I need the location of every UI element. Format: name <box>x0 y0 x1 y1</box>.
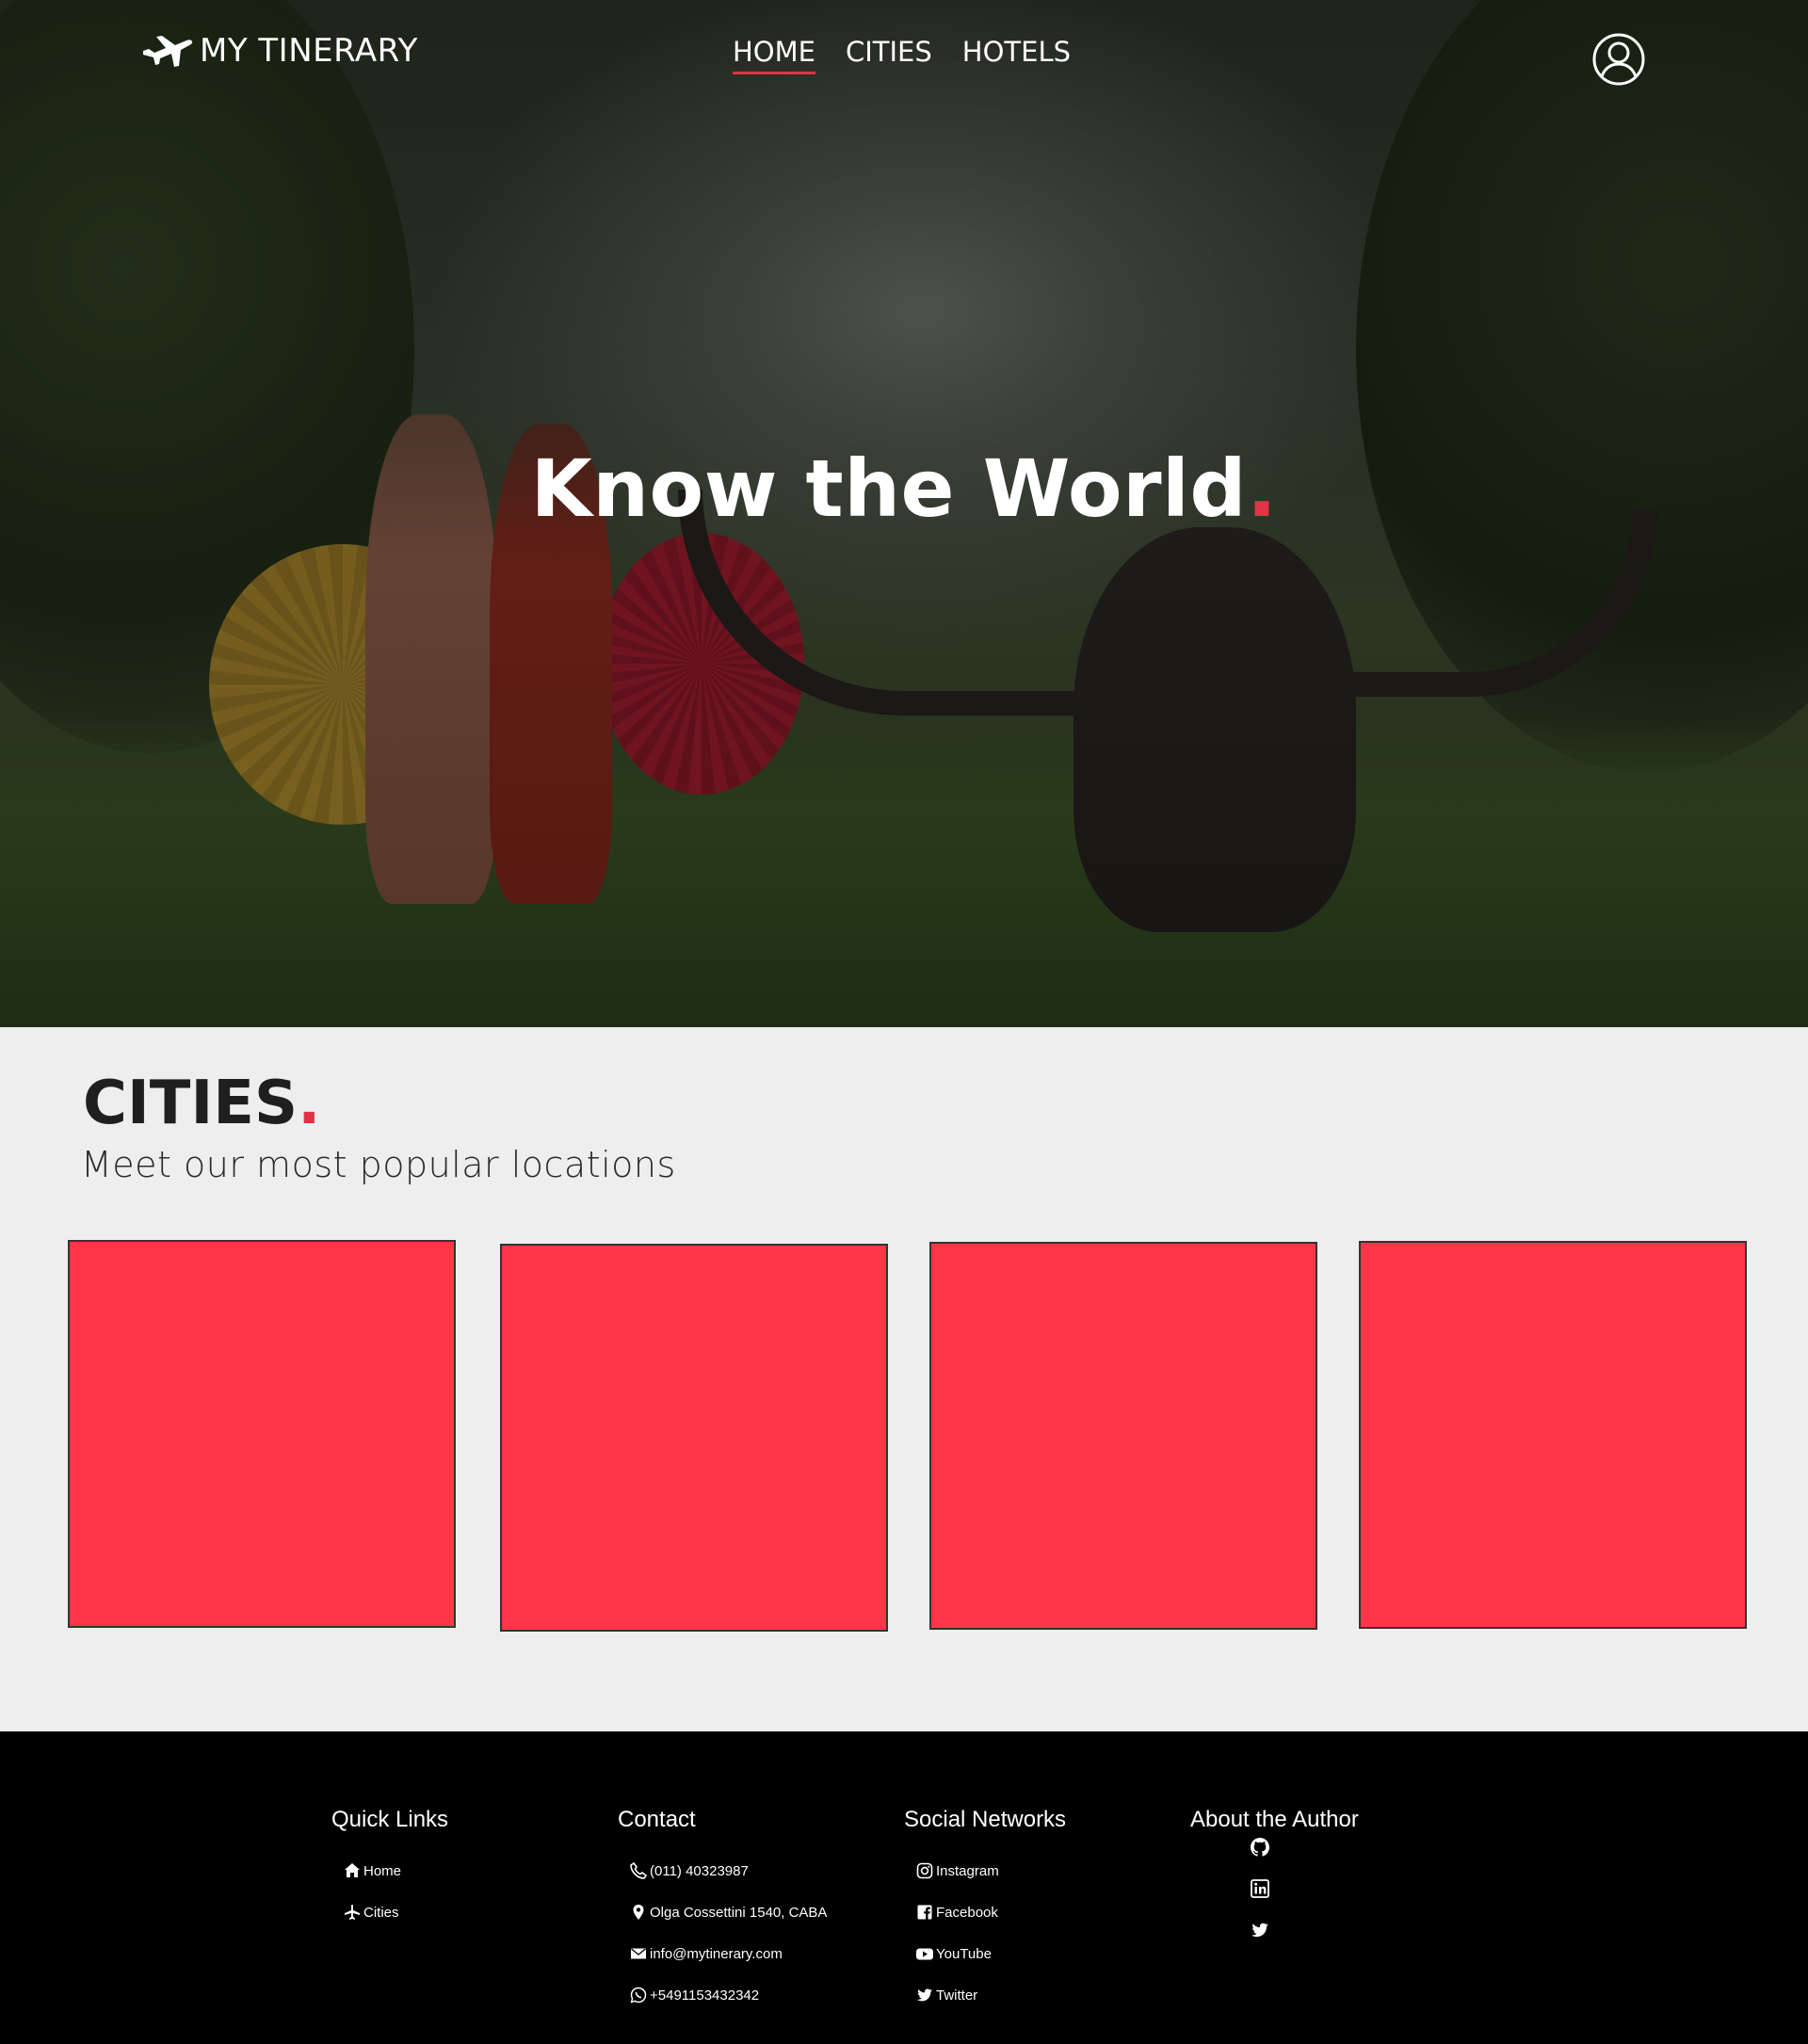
footer-contact-label: Olga Cossettini 1540, CABA <box>650 1904 828 1921</box>
hero-title-dot: . <box>1246 443 1278 535</box>
hero-banner: MY TINERARY HOME CITIES HOTELS Know the … <box>0 0 1808 1027</box>
footer-heading: Quick Links <box>331 1807 449 1832</box>
footer-link-label[interactable]: Cities <box>363 1905 399 1921</box>
footer-contact-email[interactable]: info@mytinerary.com <box>629 1933 827 1974</box>
facebook-icon <box>915 1903 934 1922</box>
footer-social-label[interactable]: Instagram <box>936 1863 999 1879</box>
nav-link-hotels[interactable]: HOTELS <box>962 36 1071 74</box>
city-card[interactable] <box>1359 1241 1747 1629</box>
cities-heading: CITIES. <box>83 1069 320 1138</box>
envelope-icon <box>629 1944 648 1963</box>
twitter-icon[interactable] <box>1250 1920 1270 1940</box>
footer-social-label[interactable]: Twitter <box>936 1988 977 2004</box>
footer-contact-phone[interactable]: (011) 40323987 <box>629 1850 827 1891</box>
footer-contact-label: (011) 40323987 <box>650 1862 749 1879</box>
footer-contact-address[interactable]: Olga Cossettini 1540, CABA <box>629 1891 827 1933</box>
cities-heading-dot: . <box>298 1069 321 1138</box>
footer-contact-whatsapp[interactable]: +5491153432342 <box>629 1974 827 2016</box>
plane-icon <box>343 1903 362 1922</box>
author-social-icons <box>1250 1837 1270 1940</box>
footer-link-label[interactable]: Home <box>363 1863 401 1879</box>
footer-social-twitter[interactable]: Twitter <box>915 1974 1066 2016</box>
footer-social-networks: Social Networks Instagram Facebook YouTu… <box>904 1807 1066 2016</box>
page-footer: Quick Links Home Cities Contact (011) 40… <box>0 1731 1808 2044</box>
cities-subtitle: Meet our most popular locations <box>81 1144 676 1185</box>
brand-logo[interactable]: MY TINERARY <box>141 32 418 70</box>
youtube-icon <box>915 1944 934 1963</box>
instagram-icon <box>915 1861 934 1880</box>
footer-heading: Contact <box>618 1807 696 1832</box>
home-icon <box>343 1861 362 1880</box>
linkedin-icon[interactable] <box>1250 1878 1270 1899</box>
footer-social-facebook[interactable]: Facebook <box>915 1891 1066 1933</box>
footer-social-label[interactable]: YouTube <box>936 1946 992 1962</box>
footer-contact-label: +5491153432342 <box>650 1987 760 2004</box>
footer-contact-label: info@mytinerary.com <box>650 1945 783 1962</box>
footer-heading: About the Author <box>1190 1807 1359 1832</box>
whatsapp-icon <box>629 1986 648 2004</box>
footer-heading: Social Networks <box>904 1807 1067 1832</box>
nav-link-home[interactable]: HOME <box>733 36 815 74</box>
cities-heading-text: CITIES <box>83 1069 299 1138</box>
footer-social-instagram[interactable]: Instagram <box>915 1850 1066 1891</box>
hero-title-text: Know the World <box>530 443 1247 535</box>
cities-section: CITIES. Meet our most popular locations <box>0 1027 1808 1731</box>
footer-link-cities[interactable]: Cities <box>343 1891 448 1933</box>
city-card[interactable] <box>68 1240 456 1628</box>
phone-icon <box>629 1861 648 1880</box>
footer-about-author: About the Author <box>1190 1807 1359 1850</box>
location-pin-icon <box>629 1903 648 1922</box>
nav-links: HOME CITIES HOTELS <box>733 36 1071 74</box>
top-navbar: MY TINERARY HOME CITIES HOTELS <box>0 0 1808 113</box>
hero-title: Know the World. <box>0 443 1808 535</box>
footer-social-label[interactable]: Facebook <box>936 1905 998 1921</box>
github-icon[interactable] <box>1250 1837 1270 1858</box>
city-card[interactable] <box>500 1244 888 1632</box>
footer-contact: Contact (011) 40323987 Olga Cossettini 1… <box>618 1807 827 2016</box>
user-account-icon[interactable] <box>1591 32 1646 87</box>
airplane-icon <box>141 32 194 70</box>
twitter-icon <box>915 1986 934 2004</box>
city-card[interactable] <box>929 1242 1317 1630</box>
footer-link-home[interactable]: Home <box>343 1850 448 1891</box>
nav-link-cities[interactable]: CITIES <box>846 36 932 74</box>
footer-quick-links: Quick Links Home Cities <box>331 1807 448 1933</box>
footer-social-youtube[interactable]: YouTube <box>915 1933 1066 1974</box>
brand-name: MY TINERARY <box>200 32 418 70</box>
